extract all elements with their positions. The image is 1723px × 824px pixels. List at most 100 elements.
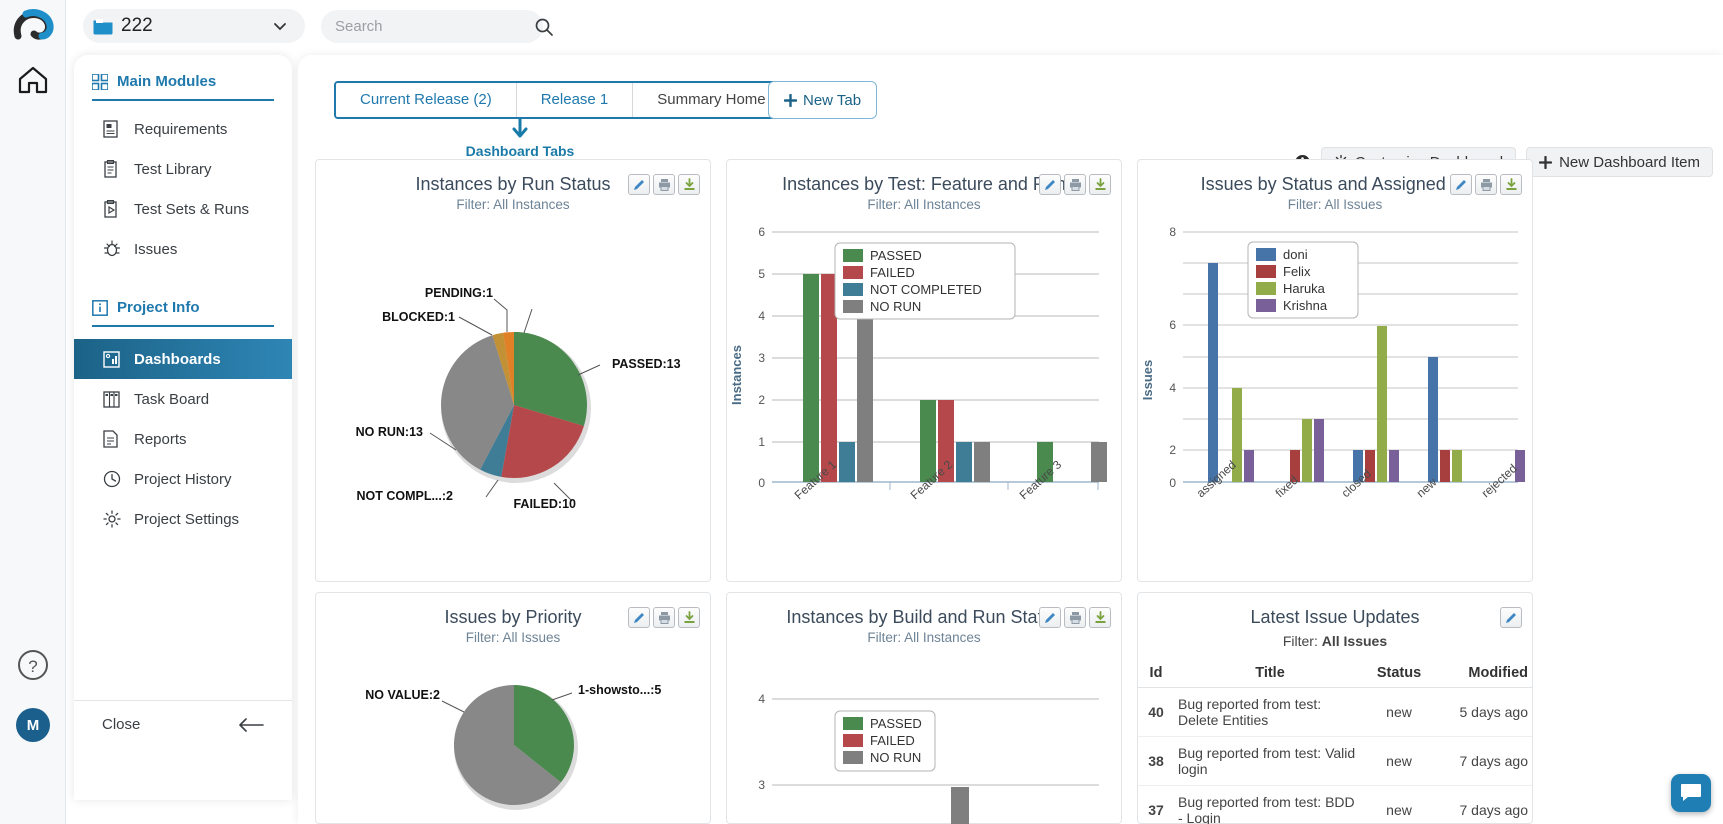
main-content: Current Release (2) Release 1 Summary Ho…	[298, 55, 1723, 824]
svg-text:Krishna: Krishna	[1283, 298, 1328, 313]
plus-icon	[1539, 156, 1552, 169]
app-logo[interactable]	[8, 6, 58, 50]
widget-title: Latest Issue Updates	[1138, 593, 1532, 628]
divider	[92, 99, 274, 101]
bar-chart-build-run: 43 PASSED FAILED NO RUN	[727, 675, 1123, 824]
widget-filter: Filter: All Issues	[1138, 633, 1532, 649]
new-tab-button[interactable]: New Tab	[768, 81, 877, 119]
edit-icon[interactable]	[628, 174, 650, 195]
chat-button[interactable]	[1671, 774, 1711, 812]
issue-status: new	[1366, 786, 1432, 824]
svg-text:4: 4	[758, 309, 765, 323]
help-icon[interactable]: ?	[16, 648, 50, 682]
svg-text:NO RUN: NO RUN	[870, 750, 921, 765]
table-row[interactable]: 38 Bug reported from test: Valid login n…	[1138, 737, 1532, 786]
search-box[interactable]	[321, 10, 543, 43]
tab-current-release[interactable]: Current Release (2)	[336, 83, 517, 117]
edit-icon[interactable]	[1500, 607, 1522, 628]
print-icon[interactable]	[653, 607, 675, 628]
sidebar-section-main-modules: Main Modules	[92, 55, 274, 101]
new-dashboard-item-label: New Dashboard Item	[1559, 154, 1700, 171]
sidebar-close-button[interactable]: Close	[74, 700, 292, 748]
edit-icon[interactable]	[628, 607, 650, 628]
download-icon[interactable]	[678, 607, 700, 628]
folder-icon	[93, 17, 113, 35]
issue-modified: 7 days ago	[1432, 737, 1532, 786]
tab-summary-home[interactable]: Summary Home	[633, 83, 789, 117]
avatar-initial: M	[27, 717, 40, 734]
download-icon[interactable]	[1500, 174, 1522, 195]
search-input[interactable]	[335, 18, 534, 35]
pie-label-pending: PENDING:1	[425, 286, 493, 300]
sidebar-item-task-board[interactable]: Task Board	[74, 379, 292, 419]
bar-chart-issues-status: 86 420 Issues	[1138, 210, 1534, 580]
sidebar-item-issues[interactable]: Issues	[74, 229, 292, 269]
sidebar-item-project-settings[interactable]: Project Settings	[74, 499, 292, 539]
download-icon[interactable]	[678, 174, 700, 195]
print-icon[interactable]	[1064, 607, 1086, 628]
svg-text:PASSED: PASSED	[870, 248, 922, 263]
sidebar-item-project-history[interactable]: Project History	[74, 459, 292, 499]
widget-actions	[1039, 174, 1111, 195]
issue-title: Bug reported from test: Valid login	[1174, 737, 1366, 786]
sidebar-item-dashboards[interactable]: Dashboards	[74, 339, 292, 379]
svg-text:NOT COMPLETED: NOT COMPLETED	[870, 282, 982, 297]
sidebar-item-label: Test Library	[134, 161, 212, 178]
sidebar-item-label: Dashboards	[134, 351, 221, 368]
new-dashboard-item-button[interactable]: New Dashboard Item	[1526, 147, 1713, 177]
pie-label-not-completed: NOT COMPL...:2	[356, 489, 453, 503]
arrow-left-icon	[238, 717, 264, 733]
tab-release-1[interactable]: Release 1	[517, 83, 634, 117]
table-row[interactable]: 37 Bug reported from test: BDD - Login n…	[1138, 786, 1532, 824]
issue-id[interactable]: 37	[1138, 786, 1174, 824]
issue-title: Bug reported from test: BDD - Login	[1174, 786, 1366, 824]
top-bar: 222	[66, 0, 1723, 52]
avatar[interactable]: M	[16, 708, 50, 742]
sidebar-item-requirements[interactable]: Requirements	[74, 109, 292, 149]
edit-icon[interactable]	[1039, 174, 1061, 195]
search-icon[interactable]	[534, 17, 554, 37]
issue-modified: 5 days ago	[1432, 688, 1532, 737]
print-icon[interactable]	[1064, 174, 1086, 195]
widget-instances-by-run-status: Instances by Run Status Filter: All Inst…	[315, 159, 711, 582]
sidebar-item-label: Project Settings	[134, 511, 239, 528]
download-icon[interactable]	[1089, 607, 1111, 628]
download-icon[interactable]	[1089, 174, 1111, 195]
pie-chart-run-status: PASSED:13 FAILED:10 NOT COMPL...:2 NO RU…	[316, 255, 712, 575]
sidebar-item-reports[interactable]: Reports	[74, 419, 292, 459]
home-icon[interactable]	[15, 62, 51, 98]
edit-icon[interactable]	[1450, 174, 1472, 195]
svg-text:?: ?	[28, 657, 37, 676]
issue-id[interactable]: 40	[1138, 688, 1174, 737]
pie-chart-issues-priority: NO VALUE:2 1-showsto...:5	[316, 675, 712, 824]
pie-label-showstopper: 1-showsto...:5	[578, 683, 661, 697]
svg-text:NO RUN: NO RUN	[870, 299, 921, 314]
sidebar-item-test-library[interactable]: Test Library	[74, 149, 292, 189]
latest-issues-table: Id Title Status Modified 40 Bug reported…	[1138, 659, 1532, 824]
sidebar-item-label: Reports	[134, 431, 187, 448]
column-modified: Modified	[1432, 659, 1532, 688]
pie-label-passed: PASSED:13	[612, 357, 681, 371]
sidebar-item-label: Issues	[134, 241, 177, 258]
svg-text:0: 0	[758, 476, 765, 490]
sidebar-section-project-info: Project Info	[92, 269, 274, 327]
table-row[interactable]: 40 Bug reported from test: Delete Entiti…	[1138, 688, 1532, 737]
edit-icon[interactable]	[1039, 607, 1061, 628]
issue-id[interactable]: 38	[1138, 737, 1174, 786]
sidebar-close-label: Close	[102, 716, 140, 733]
pie-label-no-run: NO RUN:13	[356, 425, 423, 439]
chart-legend: PASSED FAILED NO RUN	[835, 711, 935, 771]
test-library-icon	[102, 160, 121, 179]
widget-issues-by-status-and-assigned-to: Issues by Status and Assigned To Filter:…	[1137, 159, 1533, 582]
print-icon[interactable]	[1475, 174, 1497, 195]
sidebar-item-test-sets-runs[interactable]: Test Sets & Runs	[74, 189, 292, 229]
widget-actions	[1450, 174, 1522, 195]
project-selector[interactable]: 222	[83, 9, 305, 43]
divider	[92, 325, 274, 327]
print-icon[interactable]	[653, 174, 675, 195]
svg-text:8: 8	[1169, 225, 1176, 239]
issue-title: Bug reported from test: Delete Entities	[1174, 688, 1366, 737]
plus-icon	[784, 94, 797, 107]
sidebar-item-label: Task Board	[134, 391, 209, 408]
widget-issues-by-priority: Issues by Priority Filter: All Issues NO…	[315, 592, 711, 824]
